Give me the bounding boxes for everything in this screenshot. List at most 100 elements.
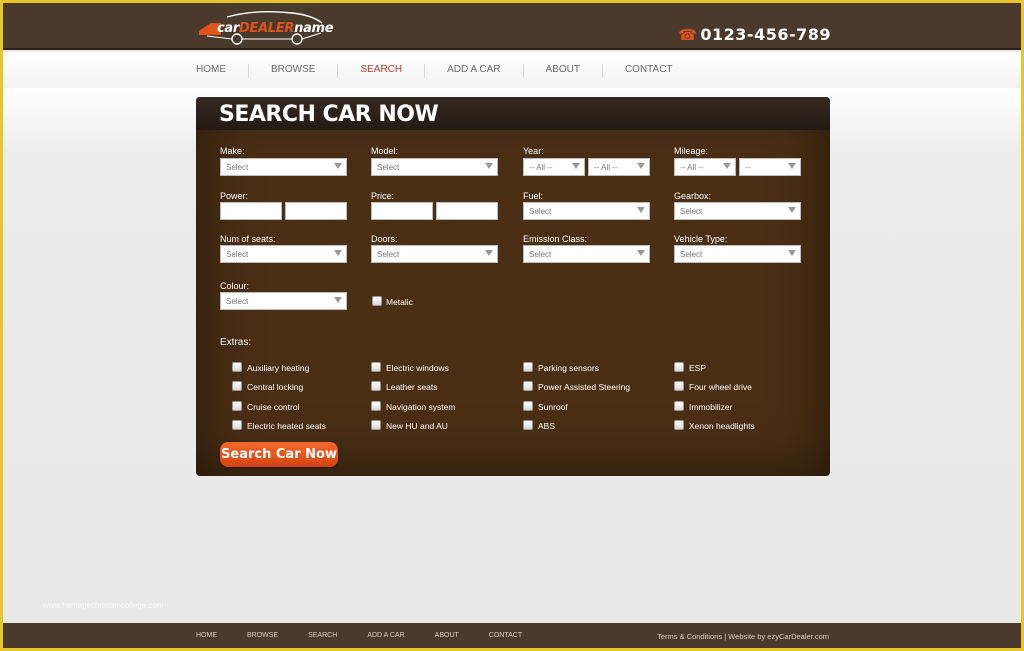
nav-item-home[interactable]: HOME <box>196 64 249 78</box>
nav-item-about[interactable]: ABOUT <box>524 64 603 78</box>
metalic-label: Metalic <box>386 297 413 307</box>
phone-text: 0123-456-789 <box>700 25 831 44</box>
model-select[interactable]: Select <box>371 158 498 176</box>
logo[interactable]: carDEALERname <box>197 9 334 47</box>
footer-item-about[interactable]: ABOUT <box>435 632 459 639</box>
chevron-down-icon <box>637 250 645 256</box>
chevron-down-icon <box>485 163 493 169</box>
model-label: Model: <box>371 146 399 156</box>
emission-label: Emission Class: <box>523 234 588 244</box>
extra-label: Leather seats <box>386 382 438 392</box>
extra-label: Auxiliary heating <box>247 363 310 373</box>
chevron-down-icon <box>572 163 580 169</box>
price-to-input[interactable] <box>436 202 498 220</box>
gearbox-select[interactable]: Select <box>674 202 801 220</box>
year-from-select[interactable]: -- All -- <box>523 158 585 176</box>
extra-checkbox-parking-sensors[interactable] <box>523 362 533 372</box>
extra-checkbox-esp[interactable] <box>674 362 684 372</box>
extra-checkbox-electric-heated-seats[interactable] <box>232 420 242 430</box>
fuel-select[interactable]: Select <box>523 202 650 220</box>
search-panel: SEARCH CAR NOW Make: Select Model: Selec… <box>196 97 830 476</box>
chevron-down-icon <box>788 207 796 213</box>
top-header: carDEALERname ☎ 0123-456-789 <box>3 3 1021 50</box>
chevron-down-icon <box>723 163 731 169</box>
mileage-from-select[interactable]: -- All -- <box>674 158 736 176</box>
gearbox-label: Gearbox: <box>674 191 712 201</box>
panel-header: SEARCH CAR NOW <box>196 97 830 130</box>
price-from-input[interactable] <box>371 202 433 220</box>
extra-checkbox-xenon-headlights[interactable] <box>674 420 684 430</box>
extra-label: Parking sensors <box>538 363 599 373</box>
make-select[interactable]: Select <box>220 158 347 176</box>
mileage-to-select[interactable]: -- <box>739 158 801 176</box>
logo-part-dealer: DEALER <box>239 21 295 36</box>
power-to-input[interactable] <box>285 202 347 220</box>
doors-select-value: Select <box>377 250 400 259</box>
footer-credits: Terms & Conditions | Website by ezyCarDe… <box>657 632 829 641</box>
power-from-input[interactable] <box>220 202 282 220</box>
metalic-checkbox[interactable] <box>372 296 382 306</box>
logo-part-car: car <box>217 21 239 36</box>
colour-label: Colour: <box>220 281 250 291</box>
doors-label: Doors: <box>371 234 398 244</box>
extra-checkbox-auxiliary-heating[interactable] <box>232 362 242 372</box>
year-to-select[interactable]: -- All -- <box>588 158 650 176</box>
extra-label: Xenon headlights <box>689 421 755 431</box>
extra-checkbox-power-assisted-steering[interactable] <box>523 381 533 391</box>
main-nav: HOME BROWSE SEARCH ADD A CAR ABOUT CONTACT <box>196 64 695 78</box>
footer-item-add-a-car[interactable]: ADD A CAR <box>367 632 404 639</box>
extra-label: Navigation system <box>386 402 456 412</box>
extra-checkbox-immobilizer[interactable] <box>674 401 684 411</box>
phone-number: ☎ 0123-456-789 <box>678 25 831 44</box>
nav-item-browse[interactable]: BROWSE <box>249 64 339 78</box>
nav-item-search[interactable]: SEARCH <box>338 64 426 78</box>
extra-label: Electric heated seats <box>247 421 326 431</box>
seats-select[interactable]: Select <box>220 245 347 263</box>
footer-item-search[interactable]: SEARCH <box>308 632 337 639</box>
extra-checkbox-cruise-control[interactable] <box>232 401 242 411</box>
extra-checkbox-sunroof[interactable] <box>523 401 533 411</box>
logo-text: carDEALERname <box>217 21 334 36</box>
fuel-select-value: Select <box>529 207 552 216</box>
extra-checkbox-electric-windows[interactable] <box>371 362 381 372</box>
terms-link[interactable]: Terms & Conditions <box>657 632 722 641</box>
chevron-down-icon <box>788 250 796 256</box>
extra-checkbox-leather-seats[interactable] <box>371 381 381 391</box>
footer-item-browse[interactable]: BROWSE <box>247 632 278 639</box>
extra-checkbox-central-locking[interactable] <box>232 381 242 391</box>
make-label: Make: <box>220 146 245 156</box>
year-to-value: -- All -- <box>594 163 618 172</box>
mileage-label: Mileage: <box>674 146 709 156</box>
nav-item-contact[interactable]: CONTACT <box>603 64 695 78</box>
extra-checkbox-new-hu-and-au[interactable] <box>371 420 381 430</box>
doors-select[interactable]: Select <box>371 245 498 263</box>
extra-label: Power Assisted Steering <box>538 382 631 392</box>
search-car-now-button[interactable]: Search Car Now <box>220 442 338 467</box>
extra-checkbox-navigation-system[interactable] <box>371 401 381 411</box>
extra-label: Cruise control <box>247 402 300 412</box>
vehicle-type-select[interactable]: Select <box>674 245 801 263</box>
chevron-down-icon <box>334 163 342 169</box>
vehicle-type-label: Vehicle Type: <box>674 234 728 244</box>
vehicle-type-select-value: Select <box>680 250 703 259</box>
colour-select[interactable]: Select <box>220 292 347 310</box>
panel-title: SEARCH CAR NOW <box>219 102 439 127</box>
extras-label: Extras: <box>220 337 252 348</box>
nav-item-add-a-car[interactable]: ADD A CAR <box>425 64 524 78</box>
main-nav-bar: HOME BROWSE SEARCH ADD A CAR ABOUT CONTACT <box>3 52 1021 88</box>
extra-label: ABS <box>538 421 556 431</box>
extra-checkbox-four-wheel-drive[interactable] <box>674 381 684 391</box>
power-label: Power: <box>220 191 249 201</box>
footer-item-home[interactable]: HOME <box>196 632 217 639</box>
emission-select[interactable]: Select <box>523 245 650 263</box>
phone-icon: ☎ <box>678 26 698 44</box>
footer-item-contact[interactable]: CONTACT <box>489 632 522 639</box>
chevron-down-icon <box>788 163 796 169</box>
watermark-text: www.heritagechristiancollege.com <box>43 601 164 610</box>
extra-checkbox-abs[interactable] <box>523 420 533 430</box>
seats-label: Num of seats: <box>220 234 276 244</box>
credit-link[interactable]: Website by ezyCarDealer.com <box>728 632 829 641</box>
fuel-label: Fuel: <box>523 191 544 201</box>
footer: HOME BROWSE SEARCH ADD A CAR ABOUT CONTACT Te… <box>3 623 1021 648</box>
price-label: Price: <box>371 191 395 201</box>
